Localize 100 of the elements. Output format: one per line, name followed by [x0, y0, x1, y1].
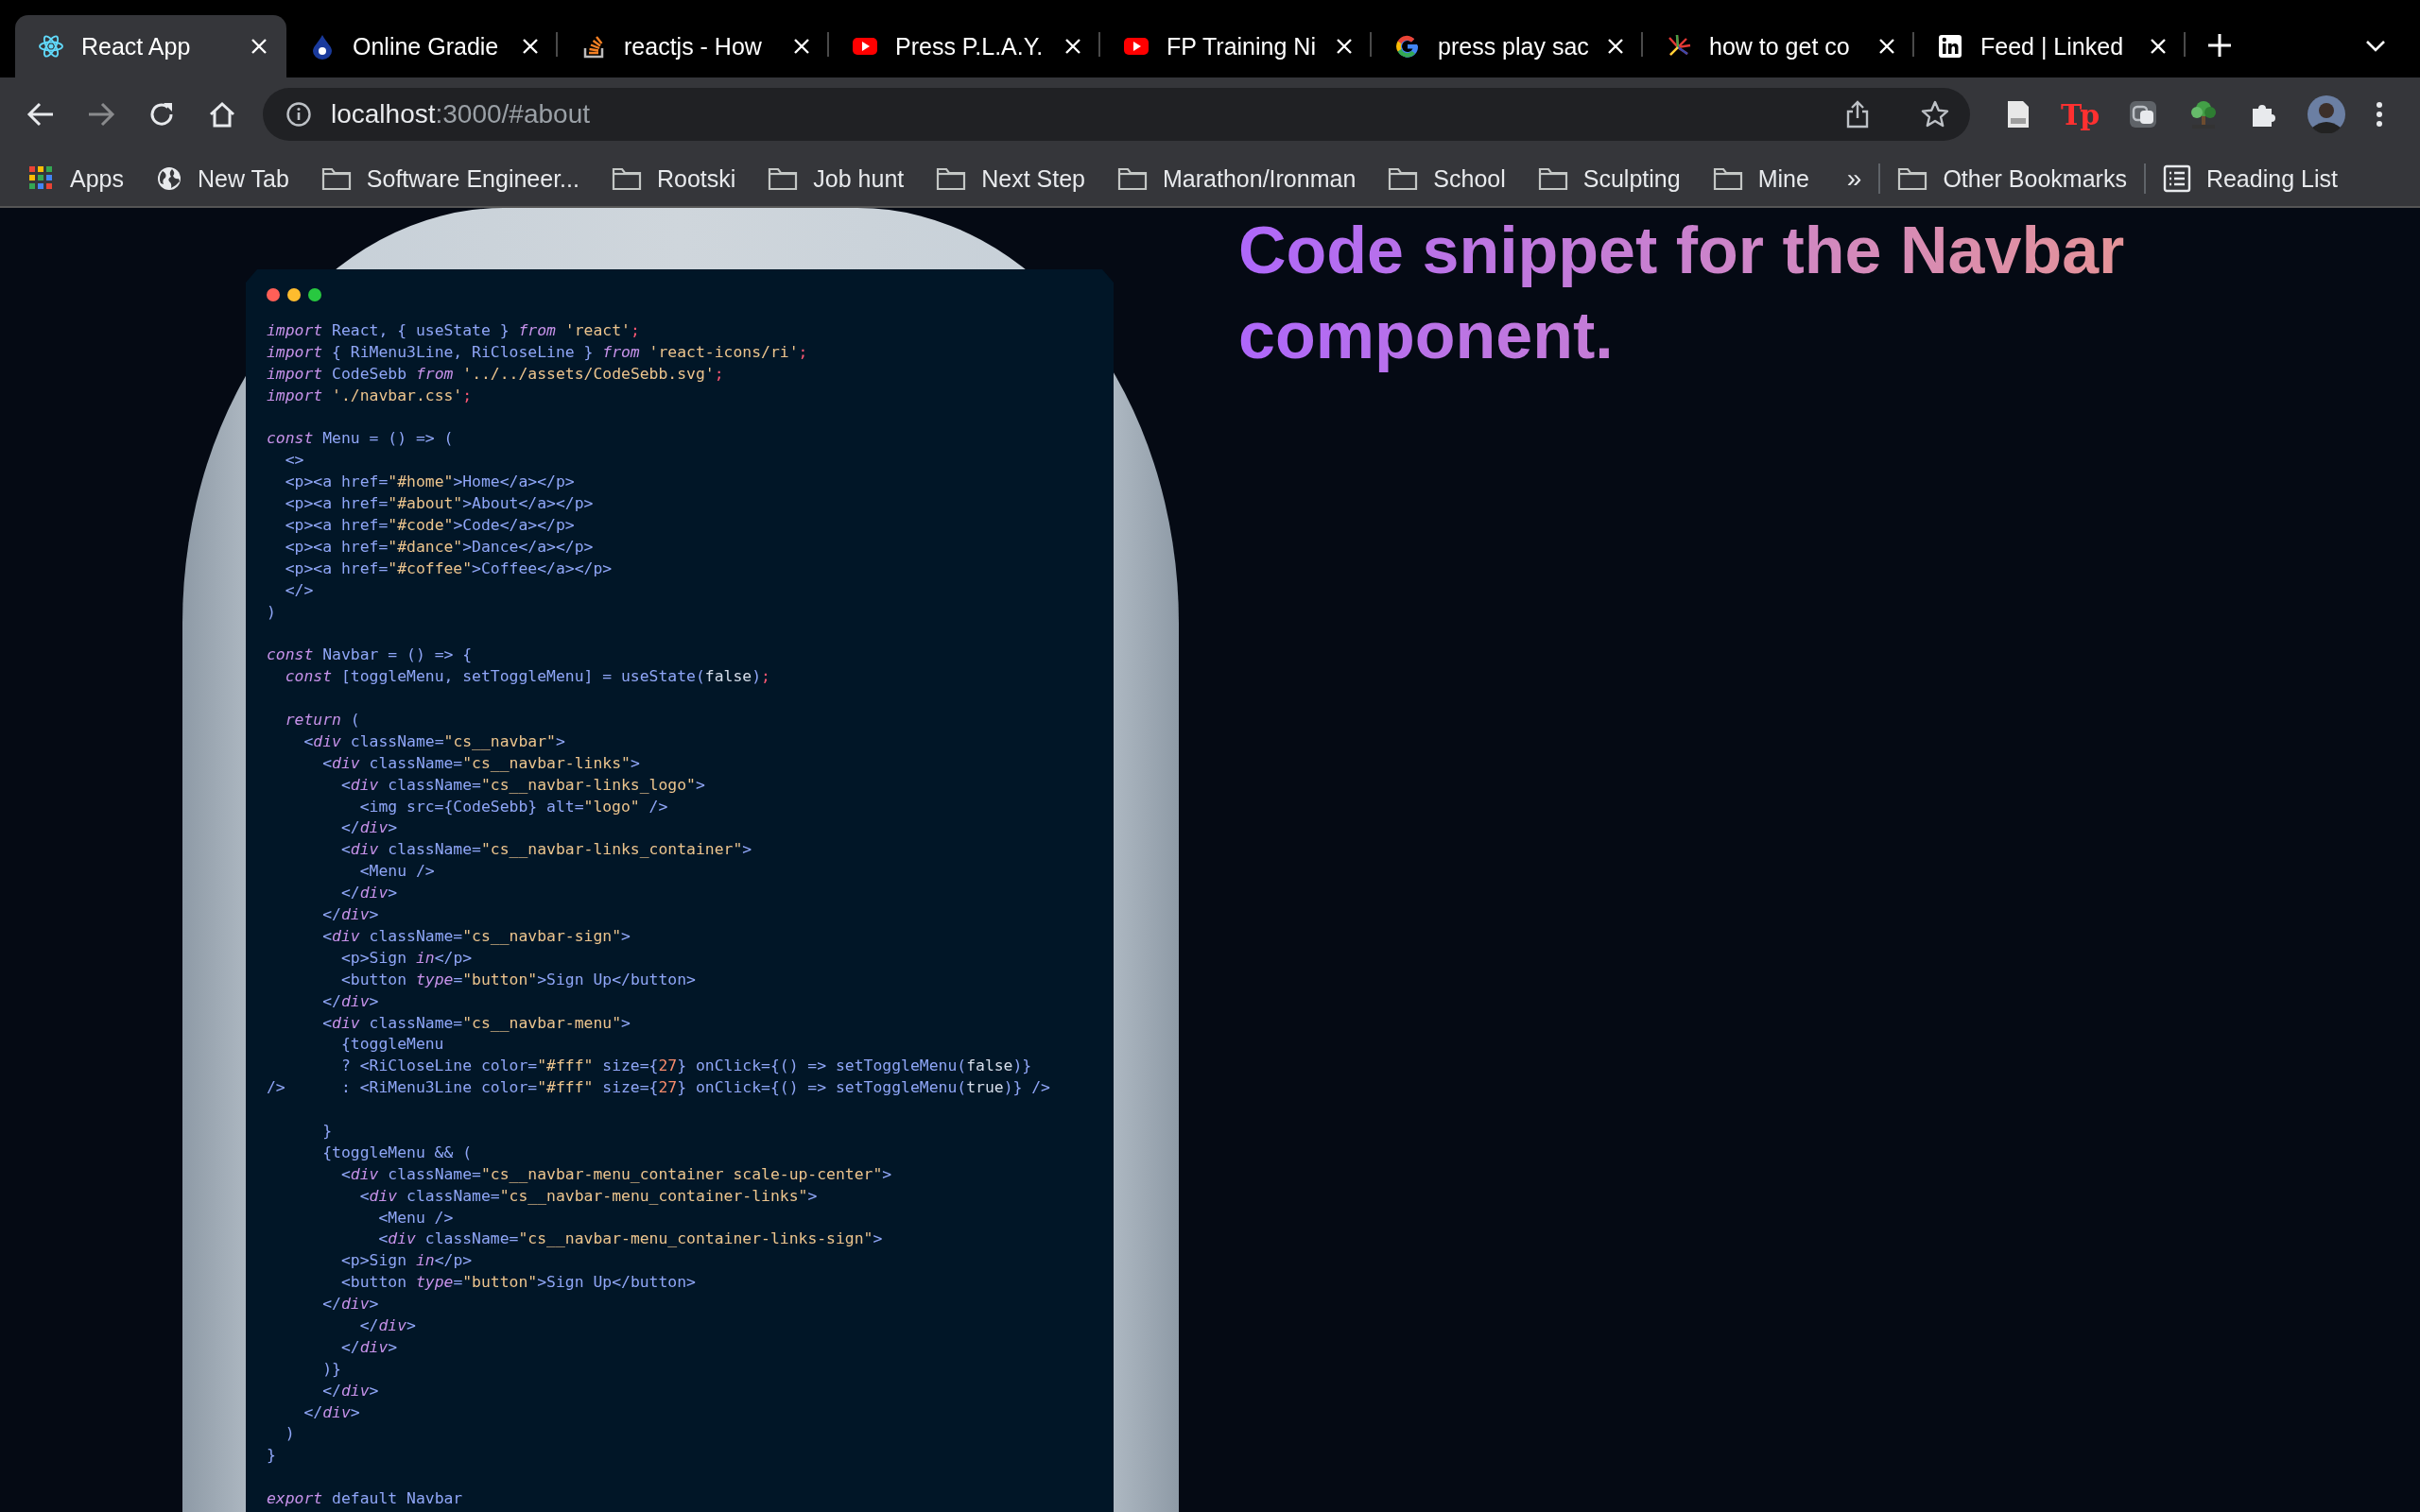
bookmark[interactable]: Mine [1712, 164, 1809, 193]
code-line: } [321, 1120, 334, 1142]
close-icon[interactable] [251, 38, 268, 55]
bookmark[interactable]: School [1388, 164, 1506, 193]
close-icon[interactable] [1607, 38, 1624, 55]
folder-icon [1537, 165, 1568, 192]
g-icon [1394, 33, 1421, 60]
code-line: <> [284, 450, 305, 472]
code-line: <div className="cs__navbar-links_container"> [339, 839, 753, 861]
code-line: return ( [284, 710, 361, 731]
square-logo-icon [1937, 33, 1963, 60]
document-icon[interactable] [2006, 99, 2031, 129]
globe-icon [156, 165, 182, 192]
avatar-icon[interactable] [2308, 95, 2346, 133]
code-line: import { RiMenu3Line, RiCloseLine } from 'react-icons/ri'; [267, 341, 809, 363]
code-line: <div className="cs__navbar"> [302, 730, 566, 752]
bookmark[interactable]: Rootski [611, 164, 736, 193]
code-line: import CodeSebb from '../../assets/CodeSebb.svg'; [267, 363, 725, 385]
more-icon[interactable] [2376, 101, 2384, 128]
list-icon [2162, 164, 2191, 193]
code-line: <p><a href="#coffee">Coffee</a></p> [284, 558, 614, 579]
code-line: <div className="cs__navbar-links"> [321, 752, 641, 774]
share-icon[interactable] [1845, 100, 1870, 129]
bookmark[interactable]: Apps [28, 164, 124, 193]
tab-title: press play sac [1438, 32, 1590, 60]
code-line: ) [284, 1423, 296, 1445]
code-line: <div className="cs__navbar-menu"> [321, 1012, 631, 1034]
bookmark[interactable]: Next Step [936, 164, 1086, 193]
code-line: )} [321, 1358, 342, 1380]
code-line: /> : <RiMenu3Line color="#fff" size={27} onClick={() => setToggleMenu(true)} /> [267, 1077, 1051, 1099]
folder-icon [1897, 165, 1928, 192]
close-icon[interactable] [793, 38, 810, 55]
bookmark[interactable]: Sculpting [1537, 164, 1681, 193]
code-line: } [267, 1445, 277, 1467]
code-line: <img src={CodeSebb} alt="logo" /> [358, 796, 669, 817]
code-line: <div className="cs__navbar-links_logo"> [339, 774, 706, 796]
tab-title: FP Training Ni [1167, 32, 1317, 60]
code-line: </div> [339, 1336, 399, 1358]
code-line: <div className="cs__navbar-sign"> [321, 925, 631, 947]
code-line: <button type="button">Sign Up</button> [339, 969, 697, 990]
code-line: <p><a href="#code">Code</a></p> [284, 515, 576, 536]
chevron-down-icon[interactable] [2365, 40, 2386, 53]
close-icon[interactable] [2150, 38, 2167, 55]
bookmark[interactable]: Job hunt [768, 164, 905, 193]
home-icon[interactable] [208, 100, 236, 129]
tab-title: reactjs - How [624, 32, 763, 60]
folder-icon [768, 165, 799, 192]
tab-title: Online Gradie [353, 32, 500, 60]
close-icon[interactable] [1064, 38, 1081, 55]
browser-tab[interactable]: Press P.L.A.Y. [829, 15, 1100, 77]
browser-tab[interactable]: Online Gradie [286, 15, 558, 77]
code-line: </div> [339, 883, 399, 904]
close-icon[interactable] [1878, 38, 1895, 55]
code-line: </div> [321, 904, 380, 926]
code-line: <button type="button">Sign Up</button> [339, 1272, 697, 1294]
folder-icon [1712, 165, 1743, 192]
code-line: <div className="cs__navbar-menu_container-links"> [358, 1185, 819, 1207]
code-line: <p><a href="#home">Home</a></p> [284, 472, 576, 493]
browser-tab[interactable]: reactjs - How [558, 15, 829, 77]
overlap-squares-icon[interactable] [2128, 99, 2159, 129]
browser-tab[interactable]: Feed | Linked [1914, 15, 2186, 77]
info-icon [285, 101, 312, 128]
code-line: </div> [321, 1380, 380, 1401]
browser-tab[interactable]: how to get co [1643, 15, 1914, 77]
close-icon[interactable] [522, 38, 539, 55]
bookmark[interactable]: New Tab [156, 164, 289, 193]
folder-icon [1117, 165, 1149, 192]
code-line: {toggleMenu && ( [321, 1142, 474, 1163]
code-line: <p><a href="#about">About</a></p> [284, 493, 595, 515]
code-line: <p>Sign in</p> [339, 947, 474, 969]
address-bar[interactable]: localhost:3000/#about [263, 88, 1970, 141]
code-line: </div> [321, 1294, 380, 1315]
browser-tab[interactable]: React App [15, 15, 286, 77]
reading-list-button[interactable]: Reading List [2162, 164, 2338, 193]
plus-icon[interactable] [2206, 32, 2233, 59]
code-line: </div> [321, 990, 380, 1012]
code-line: </div> [358, 1314, 417, 1336]
close-dot-icon [267, 288, 280, 301]
tab-title: Feed | Linked [1980, 32, 2125, 60]
code-line: const [toggleMenu, setToggleMenu] = useState(false); [284, 666, 771, 688]
browser-tab[interactable]: press play sac [1372, 15, 1643, 77]
forward-icon[interactable] [87, 101, 115, 128]
back-icon[interactable] [26, 101, 55, 128]
folder-icon [320, 165, 352, 192]
tab-title: React App [81, 32, 192, 60]
bookmark[interactable]: Software Engineer... [320, 164, 579, 193]
bookmark[interactable]: Marathon/Ironman [1117, 164, 1357, 193]
more-bookmarks-button[interactable]: » [1846, 163, 1862, 194]
atom-icon [38, 33, 64, 60]
close-icon[interactable] [1336, 38, 1353, 55]
folder-icon [611, 165, 642, 192]
code-line: </> [284, 579, 315, 601]
bookmark[interactable]: Other Bookmarks [1897, 164, 2127, 193]
minimize-dot-icon [287, 288, 301, 301]
tab-title: how to get co [1709, 32, 1851, 60]
folder-icon [1388, 165, 1419, 192]
browser-tab[interactable]: FP Training Ni [1100, 15, 1372, 77]
code-line: <div className="cs__navbar-menu_container scale-up-center"> [339, 1163, 893, 1185]
url-text: localhost:3000/#about [331, 99, 590, 129]
star-icon[interactable] [1921, 100, 1949, 129]
